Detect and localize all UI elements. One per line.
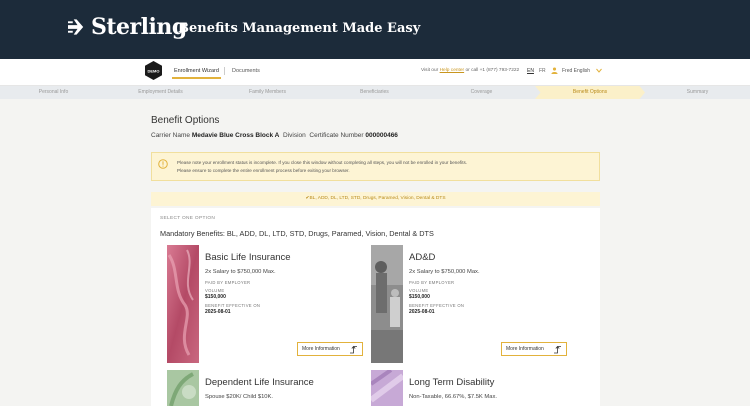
sterling-arrow-icon	[68, 19, 84, 35]
step-coverage[interactable]: Coverage	[428, 86, 535, 99]
card-title: AD&D	[409, 252, 436, 263]
volume-value: $150,000	[205, 294, 226, 300]
effective-date: 2025-08-01	[205, 309, 231, 315]
user-icon	[551, 67, 558, 74]
card-title: Basic Life Insurance	[205, 252, 291, 263]
warning-line-2: Please ensure to complete the entire enr…	[177, 168, 350, 173]
effective-label: BENEFIT EFFECTIVE ON	[409, 303, 465, 308]
carrier-value: Medavie Blue Cross Block A	[191, 132, 280, 139]
incomplete-warning: Please note your enrollment status is in…	[151, 152, 600, 181]
warning-line-1: Please note your enrollment status is in…	[177, 160, 468, 165]
card-subtitle: 2x Salary to $750,000 Max.	[205, 269, 276, 275]
mandatory-benefits-heading: Mandatory Benefits: BL, ADD, DL, LTD, ST…	[160, 229, 434, 238]
card-subtitle: Non-Taxable, 66.67%, $7.5K Max.	[409, 394, 497, 400]
external-arrow-icon	[350, 345, 357, 354]
dependent-life-image	[167, 370, 199, 406]
card-title: Long Term Disability	[409, 377, 495, 388]
sterling-logo: Sterling	[68, 14, 187, 40]
external-arrow-icon	[554, 345, 561, 354]
effective-date: 2025-08-01	[409, 309, 435, 315]
long-term-disability-image	[371, 370, 403, 406]
division-label: Division	[283, 132, 306, 139]
step-beneficiaries[interactable]: Beneficiaries	[321, 86, 428, 99]
step-summary[interactable]: Summary	[645, 86, 750, 99]
certificate-label: Certificate Number	[309, 132, 364, 139]
benefit-card-basic-life: Basic Life Insurance 2x Salary to $750,0…	[167, 245, 368, 363]
chevron-down-icon	[596, 68, 602, 73]
progress-stepper: Personal Info Employment Details Family …	[0, 86, 750, 99]
more-information-button[interactable]: More Information	[501, 342, 567, 356]
step-employment-details[interactable]: Employment Details	[107, 86, 214, 99]
carrier-label: Carrier Name	[151, 132, 191, 139]
select-one-label: SELECT ONE OPTION	[160, 216, 216, 221]
demo-badge-icon[interactable]: DEMO	[145, 61, 162, 80]
top-banner: Sterling Benefits Management Made Easy	[0, 0, 750, 59]
paid-by-label: PAID BY EMPLOYER	[409, 280, 455, 285]
volume-label: VOLUME	[205, 288, 225, 293]
demo-badge-label: DEMO	[148, 69, 160, 74]
certificate-value: 000000466	[365, 132, 398, 139]
more-information-label: More Information	[302, 346, 340, 352]
page-title: Benefit Options	[151, 115, 220, 126]
top-nav: DEMO Enrollment Wizard Documents Visit o…	[0, 59, 750, 86]
tagline: Benefits Management Made Easy	[178, 21, 421, 36]
basic-life-image	[167, 245, 199, 363]
volume-label: VOLUME	[409, 288, 429, 293]
lang-en-button[interactable]: EN	[527, 68, 534, 74]
step-personal-info[interactable]: Personal Info	[0, 86, 107, 99]
benefit-card-add: AD&D 2x Salary to $750,000 Max. PAID BY …	[371, 245, 572, 363]
step-benefit-options[interactable]: Benefit Options	[535, 86, 645, 99]
add-image	[371, 245, 403, 363]
brand-name: Sterling	[91, 14, 187, 40]
paid-by-label: PAID BY EMPLOYER	[205, 280, 251, 285]
volume-value: $150,000	[409, 294, 430, 300]
card-subtitle: 2x Salary to $750,000 Max.	[409, 269, 480, 275]
card-subtitle: Spouse $20K/ Child $10K.	[205, 394, 274, 400]
benefit-card-dependent-life: Dependent Life Insurance Spouse $20K/ Ch…	[167, 370, 368, 406]
selected-bundle-banner: ✔BL, ADD, DL, LTD, STD, Drugs, Paramed, …	[151, 192, 600, 206]
warning-icon	[158, 159, 168, 169]
tab-enrollment-wizard[interactable]: Enrollment Wizard	[172, 68, 221, 79]
lang-fr-button[interactable]: FR	[539, 68, 546, 74]
help-center-link[interactable]: Help center	[440, 68, 465, 73]
help-text: Visit our Help center or call +1 (877) 7…	[421, 68, 519, 73]
card-title: Dependent Life Insurance	[205, 377, 314, 388]
step-family-members[interactable]: Family Members	[214, 86, 321, 99]
help-prefix: Visit our	[421, 68, 439, 73]
more-information-label: More Information	[506, 346, 544, 352]
benefit-options-panel: SELECT ONE OPTION Mandatory Benefits: BL…	[151, 208, 600, 406]
effective-label: BENEFIT EFFECTIVE ON	[205, 303, 261, 308]
user-name: Fred English	[562, 67, 591, 74]
carrier-info: Carrier Name Medavie Blue Cross Block A …	[151, 132, 398, 139]
help-phone: or call +1 (877) 793-7222	[465, 68, 520, 73]
more-information-button[interactable]: More Information	[297, 342, 363, 356]
user-menu[interactable]: Fred English	[551, 67, 602, 74]
tab-documents[interactable]: Documents	[232, 68, 260, 74]
benefit-card-long-term-disability: Long Term Disability Non-Taxable, 66.67%…	[371, 370, 572, 406]
tab-divider	[224, 67, 225, 75]
